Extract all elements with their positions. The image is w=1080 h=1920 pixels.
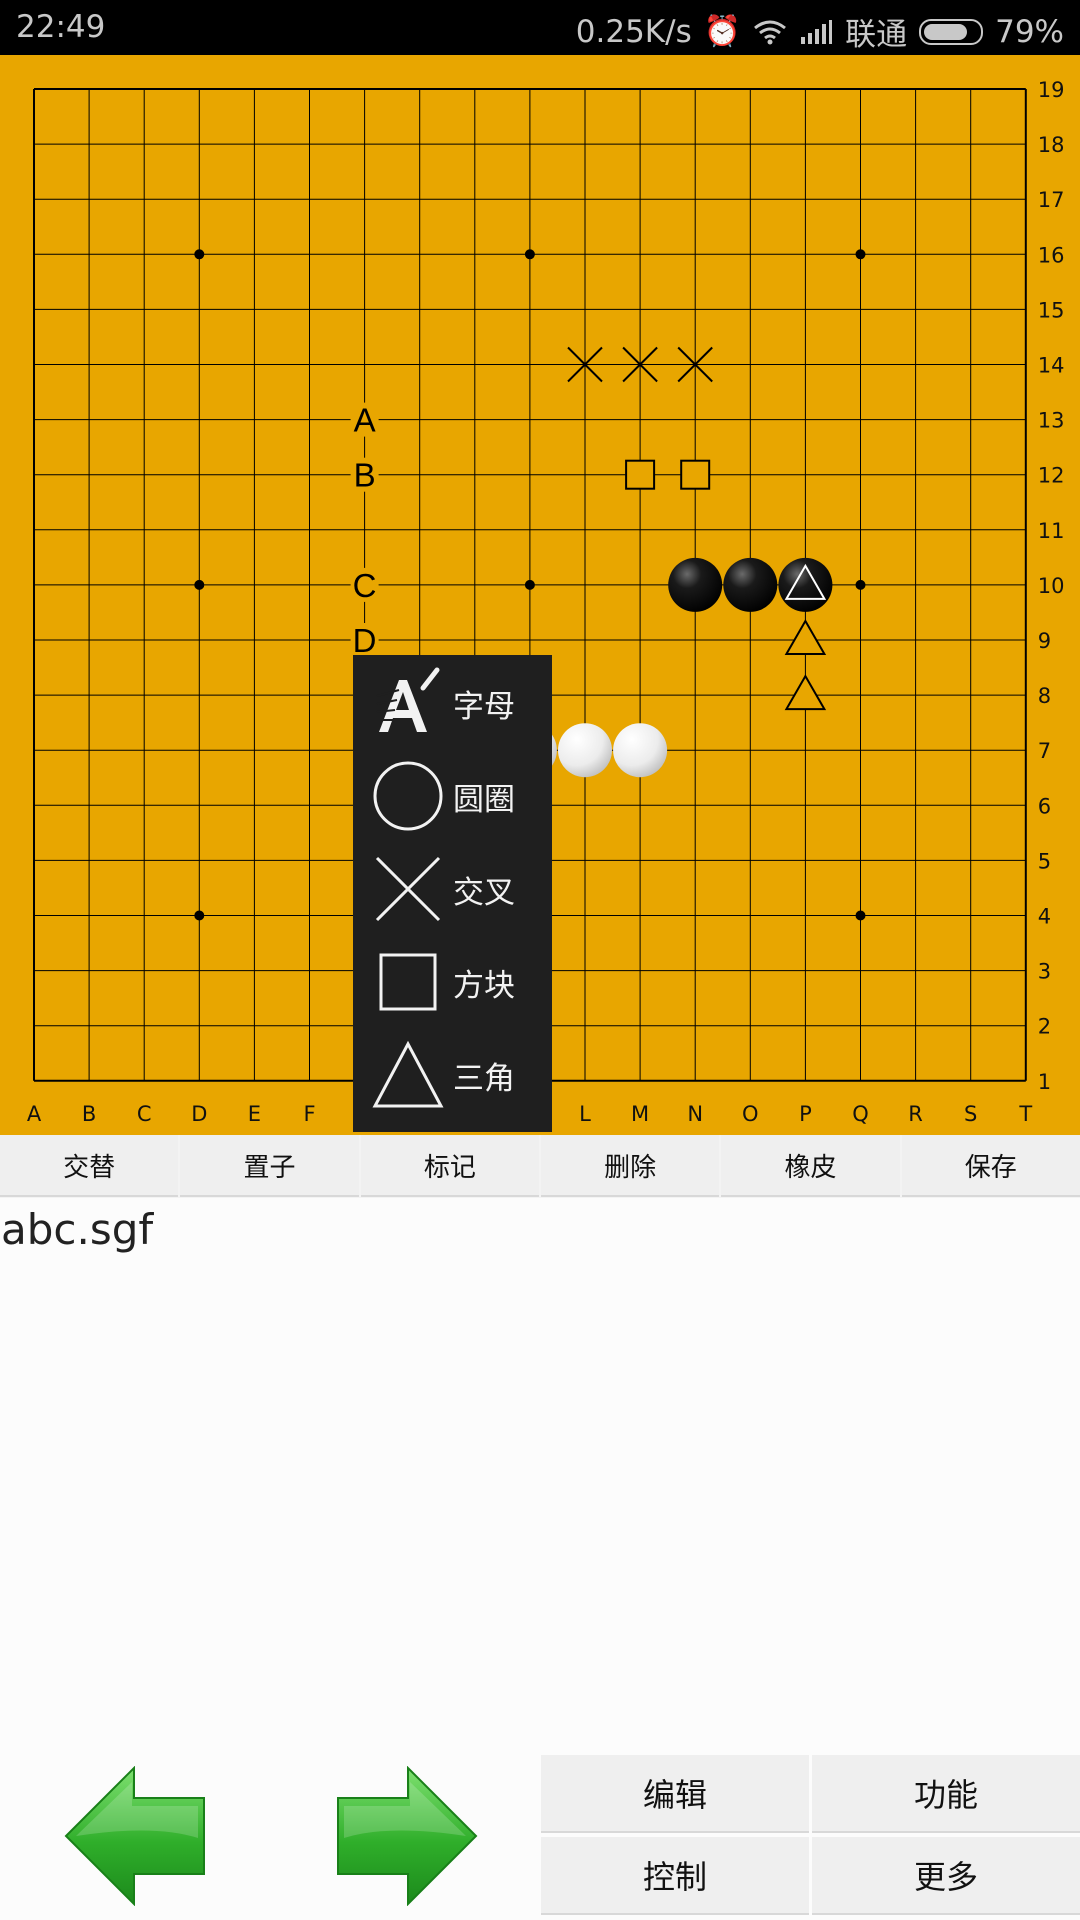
- status-time: 22:49: [16, 9, 106, 45]
- eraser-button[interactable]: 橡皮: [721, 1135, 900, 1197]
- row-label: 5: [1038, 849, 1051, 873]
- row-label: 8: [1038, 684, 1051, 708]
- row-label: 16: [1038, 243, 1065, 267]
- wifi-icon: [754, 20, 787, 44]
- letter-mark: D: [353, 622, 377, 659]
- star-point: [855, 249, 866, 260]
- battery-fill: [924, 23, 967, 40]
- column-label: F: [303, 1102, 315, 1126]
- place-stone-button[interactable]: 置子: [180, 1135, 359, 1197]
- mark-button[interactable]: 标记: [360, 1135, 539, 1197]
- column-label: B: [82, 1102, 96, 1126]
- column-label: A: [27, 1102, 42, 1126]
- control-menu-button[interactable]: 控制: [541, 1837, 809, 1915]
- row-label: 15: [1038, 298, 1065, 322]
- column-label: D: [191, 1102, 207, 1126]
- column-label: Q: [852, 1102, 869, 1126]
- file-name: abc.sgf: [1, 1205, 154, 1254]
- square-mark: [625, 459, 656, 490]
- row-label: 6: [1038, 794, 1051, 818]
- column-label: N: [687, 1102, 703, 1126]
- more-menu-button[interactable]: 更多: [812, 1837, 1080, 1915]
- right-arrow-icon[interactable]: [334, 1766, 478, 1906]
- battery-percent: 79%: [995, 13, 1064, 50]
- net-speed: 0.25K/s: [575, 13, 692, 50]
- row-label: 19: [1038, 78, 1065, 102]
- alarm-icon: ⏰: [703, 14, 742, 49]
- square-mark: [680, 459, 711, 490]
- star-point: [524, 579, 535, 590]
- bottom-menu: 编辑 功能 控制 更多: [541, 1755, 1080, 1920]
- square-icon: [379, 953, 437, 1011]
- cross-icon: [375, 856, 441, 922]
- edit-toolbar: 交替 置子 标记 删除 橡皮 保存: [0, 1135, 1080, 1198]
- delete-button[interactable]: 删除: [540, 1135, 720, 1197]
- star-point: [194, 579, 205, 590]
- white-stone: [558, 723, 612, 778]
- row-label: 14: [1038, 354, 1065, 378]
- column-label: S: [964, 1102, 977, 1126]
- column-label: O: [742, 1102, 759, 1126]
- column-label: T: [1018, 1102, 1032, 1126]
- column-label: R: [908, 1102, 923, 1126]
- menu-item-triangle[interactable]: 三角: [353, 1029, 552, 1121]
- status-right: 0.25K/s ⏰ 联通 79%: [576, 9, 1064, 54]
- circle-icon: [373, 761, 443, 831]
- row-label: 12: [1038, 464, 1065, 488]
- letter-a-icon: [376, 667, 440, 732]
- menu-label-triangle: 三角: [453, 1060, 515, 1097]
- white-stone: [613, 723, 668, 778]
- left-arrow-icon[interactable]: [64, 1766, 208, 1906]
- star-point: [194, 249, 205, 260]
- column-label: M: [631, 1102, 649, 1126]
- letter-mark: A: [354, 402, 376, 439]
- row-label: 3: [1038, 960, 1051, 984]
- black-stone: [668, 557, 723, 612]
- menu-item-cross[interactable]: 交叉: [353, 843, 552, 935]
- star-point: [524, 249, 535, 260]
- menu-label-circle: 圆圈: [453, 781, 515, 818]
- row-label: 9: [1038, 629, 1051, 653]
- mark-type-menu: 字母 圆圈 交叉 方块 三角: [353, 655, 552, 1132]
- column-label: P: [799, 1102, 812, 1126]
- row-label: 10: [1038, 574, 1065, 598]
- signal-icon: [801, 19, 833, 44]
- column-label: C: [137, 1102, 152, 1126]
- alternate-button[interactable]: 交替: [0, 1135, 179, 1197]
- letter-mark: B: [354, 457, 376, 494]
- row-label: 13: [1038, 409, 1065, 433]
- menu-item-square[interactable]: 方块: [353, 936, 552, 1028]
- status-bar: 22:49 0.25K/s ⏰ 联通 79%: [0, 0, 1080, 55]
- letter-mark: C: [353, 567, 377, 604]
- function-menu-button[interactable]: 功能: [812, 1755, 1080, 1833]
- triangle-mark: [784, 618, 827, 655]
- column-label: E: [248, 1102, 261, 1126]
- edit-menu-button[interactable]: 编辑: [541, 1755, 809, 1833]
- menu-item-letter[interactable]: 字母: [353, 657, 552, 749]
- menu-item-circle[interactable]: 圆圈: [353, 750, 552, 842]
- triangle-mark: [784, 674, 827, 711]
- row-label: 1: [1038, 1070, 1051, 1094]
- row-label: 4: [1038, 905, 1051, 929]
- battery-icon: [919, 18, 984, 45]
- row-label: 2: [1038, 1015, 1051, 1039]
- menu-label-square: 方块: [453, 967, 515, 1004]
- row-label: 11: [1038, 519, 1065, 543]
- star-point: [855, 579, 866, 590]
- row-label: 7: [1038, 739, 1051, 763]
- save-button[interactable]: 保存: [901, 1135, 1080, 1197]
- row-label: 18: [1038, 133, 1065, 157]
- triangle-icon: [372, 1040, 444, 1108]
- star-point: [855, 910, 866, 921]
- menu-label-letter: 字母: [453, 688, 515, 725]
- carrier-name: 联通: [845, 17, 908, 53]
- black-stone: [723, 557, 778, 612]
- row-label: 17: [1038, 188, 1065, 212]
- column-label: L: [579, 1102, 591, 1126]
- menu-label-cross: 交叉: [453, 874, 515, 911]
- star-point: [194, 910, 205, 921]
